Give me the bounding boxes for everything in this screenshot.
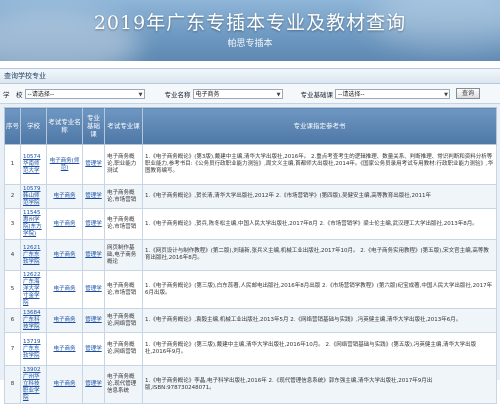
row-base-link[interactable]: 管理学 xyxy=(82,208,105,240)
table-row: 2 10579 韩山师范学院 电子商务 管理学 电子商务概论,市场营销 1.《电… xyxy=(4,184,497,209)
page-subtitle: 帕思专插本 xyxy=(227,39,273,49)
row-base-link[interactable]: 管理学 xyxy=(82,239,105,271)
row-books: 1.《电子商务概论》(第三版),白东蕊著,人民邮电出版社,2016年8月出版 2… xyxy=(142,270,497,309)
table-row: 6 13684 广东科技学院 电子商务 管理学 电子商务概论,网络营销 1.《电… xyxy=(4,308,497,333)
row-major-link[interactable]: 电子商务 xyxy=(46,270,83,309)
row-books: 1.《电子商务概论》,贺兵,陈冬松主编,中国人民大学出版社,2017年8月 2.… xyxy=(142,208,497,240)
row-school-link[interactable]: 10574 华南师范大学 xyxy=(20,144,47,185)
basic-major-select-value: --请选择-- xyxy=(338,90,365,98)
row-exam: 网页制作基础,电子商务概论 xyxy=(104,239,143,271)
col-header-books: 专业课指定参考书 xyxy=(142,107,497,145)
row-books: 1.《电子商务概论》,袁毅主编,机械工业出版社,2013年5月 2.《网络营销基… xyxy=(142,308,497,333)
row-school-link[interactable]: 13719 广东东软学院 xyxy=(20,332,47,366)
school-select-value: --请选择-- xyxy=(27,90,55,98)
row-base-link[interactable]: 管理学 xyxy=(82,144,105,185)
row-major-link[interactable]: 电子商务 xyxy=(46,208,83,240)
row-major-link[interactable]: 电子商务 xyxy=(46,239,83,271)
query-panel: 查询学校专业 学 校 --请选择-- ▼ 专业名称 电子商务 ▼ 专业基础课 -… xyxy=(0,68,500,404)
row-no: 8 xyxy=(4,365,21,404)
row-books: 1.《电子商务概论》(第三版),戴建中主编,清华大学出版社,2016年10月。 … xyxy=(142,332,497,366)
row-exam: 电子商务概论,职业能力测试 xyxy=(104,144,143,185)
row-major-link[interactable]: 电子商务 xyxy=(46,365,83,404)
chevron-down-icon: ▼ xyxy=(276,91,281,98)
header-banner: 2019年广东专插本专业及教材查询 帕思专插本 xyxy=(0,0,500,61)
table-row: 8 13902 广州华立科技职业学院 电子商务 管理学 电子商务概论,现代管理信… xyxy=(4,365,497,404)
row-base-link[interactable]: 管理学 xyxy=(82,365,105,404)
row-school-link[interactable]: 13684 广东科技学院 xyxy=(20,308,47,333)
row-major-link[interactable]: 电子商务(师范) xyxy=(46,144,83,185)
row-no: 7 xyxy=(4,332,21,366)
row-exam: 电子商务概论,网络营销 xyxy=(104,332,143,366)
row-no: 6 xyxy=(4,308,21,333)
row-major-link[interactable]: 电子商务 xyxy=(46,308,83,333)
query-button[interactable]: 查询 xyxy=(456,88,481,99)
row-books: 1.《网页设计与制作教程》(第二版),刘瑞新,张兵义主编,机械工业出版社,201… xyxy=(142,239,497,271)
row-school-link[interactable]: 13902 广州华立科技职业学院 xyxy=(20,365,47,404)
col-header-no: 序号 xyxy=(4,107,21,145)
row-no: 1 xyxy=(4,144,21,185)
row-books: 1.《电子商务概论》,贺长清,清华大学出版社,2012年 2.《市场营销学》(第… xyxy=(142,184,497,209)
col-header-major: 考试专业名称 xyxy=(46,107,83,145)
row-no: 3 xyxy=(4,208,21,240)
major-select[interactable]: 电子商务 ▼ xyxy=(192,88,283,99)
row-exam: 电子商务概论,市场营销 xyxy=(104,270,143,309)
table-row: 7 13719 广东东软学院 电子商务 管理学 电子商务概论,网络营销 1.《电… xyxy=(4,332,497,366)
row-exam: 电子商务概论,网络营销 xyxy=(104,308,143,333)
page-title: 2019年广东专插本专业及教材查询 xyxy=(93,12,407,34)
row-base-link[interactable]: 管理学 xyxy=(82,332,105,366)
table-row: 3 11545 惠州学院(东方学院) 电子商务 管理学 电子商务概论,市场营销 … xyxy=(4,208,497,240)
row-books: 1.《电子商务概论》李晶,电子科学出版社,2016年 2.《现代管理信息系统》郭… xyxy=(142,365,497,404)
chevron-down-icon: ▼ xyxy=(138,91,143,98)
col-header-base: 专业基础课 xyxy=(82,107,105,145)
school-label: 学 校 xyxy=(3,90,23,99)
row-school-link[interactable]: 12622 广东海洋大学寸金学院 xyxy=(20,270,47,309)
panel-title: 查询学校专业 xyxy=(0,69,500,84)
row-no: 4 xyxy=(4,239,21,271)
row-base-link[interactable]: 管理学 xyxy=(82,308,105,333)
row-no: 2 xyxy=(4,184,21,209)
basic-major-select[interactable]: --请选择-- ▼ xyxy=(335,88,450,99)
table-row: 4 12621 广东东软学院 电子商务 管理学 网页制作基础,电子商务概论 1.… xyxy=(4,239,497,271)
school-select[interactable]: --请选择-- ▼ xyxy=(24,88,145,99)
table-row: 1 10574 华南师范大学 电子商务(师范) 管理学 电子商务概论,职业能力测… xyxy=(4,144,497,185)
col-header-school: 学校 xyxy=(20,107,47,145)
row-major-link[interactable]: 电子商务 xyxy=(46,332,83,366)
major-select-value: 电子商务 xyxy=(195,90,220,98)
row-major-link[interactable]: 电子商务 xyxy=(46,184,83,209)
results-table: 序号 学校 考试专业名称 专业基础课 考试专业课 专业课指定参考书 1 1057… xyxy=(4,107,497,404)
filter-bar: 学 校 --请选择-- ▼ 专业名称 电子商务 ▼ 专业基础课 --请选择-- … xyxy=(0,84,500,104)
row-exam: 电子商务概论,市场营销 xyxy=(104,208,143,240)
row-exam: 电子商务概论,市场营销 xyxy=(104,184,143,209)
major-label: 专业名称 xyxy=(164,90,191,99)
row-school-link[interactable]: 10579 韩山师范学院 xyxy=(20,184,47,209)
row-no: 5 xyxy=(4,270,21,309)
row-school-link[interactable]: 12621 广东东软学院 xyxy=(20,239,47,271)
row-exam: 电子商务概论,现代管理信息系统 xyxy=(104,365,143,404)
row-school-link[interactable]: 11545 惠州学院(东方学院) xyxy=(20,208,47,240)
col-header-exam: 考试专业课 xyxy=(104,107,143,145)
table-row: 5 12622 广东海洋大学寸金学院 电子商务 管理学 电子商务概论,市场营销 … xyxy=(4,270,497,309)
table-header-row: 序号 学校 考试专业名称 专业基础课 考试专业课 专业课指定参考书 xyxy=(4,107,497,145)
basic-major-label: 专业基础课 xyxy=(300,90,334,99)
row-base-link[interactable]: 管理学 xyxy=(82,270,105,309)
row-base-link[interactable]: 管理学 xyxy=(82,184,105,209)
chevron-down-icon: ▼ xyxy=(444,91,448,98)
row-books: 1.《电子商务概论》(第3版),戴建中主编,清华大学出版社,2016年。 2.重… xyxy=(142,144,497,185)
